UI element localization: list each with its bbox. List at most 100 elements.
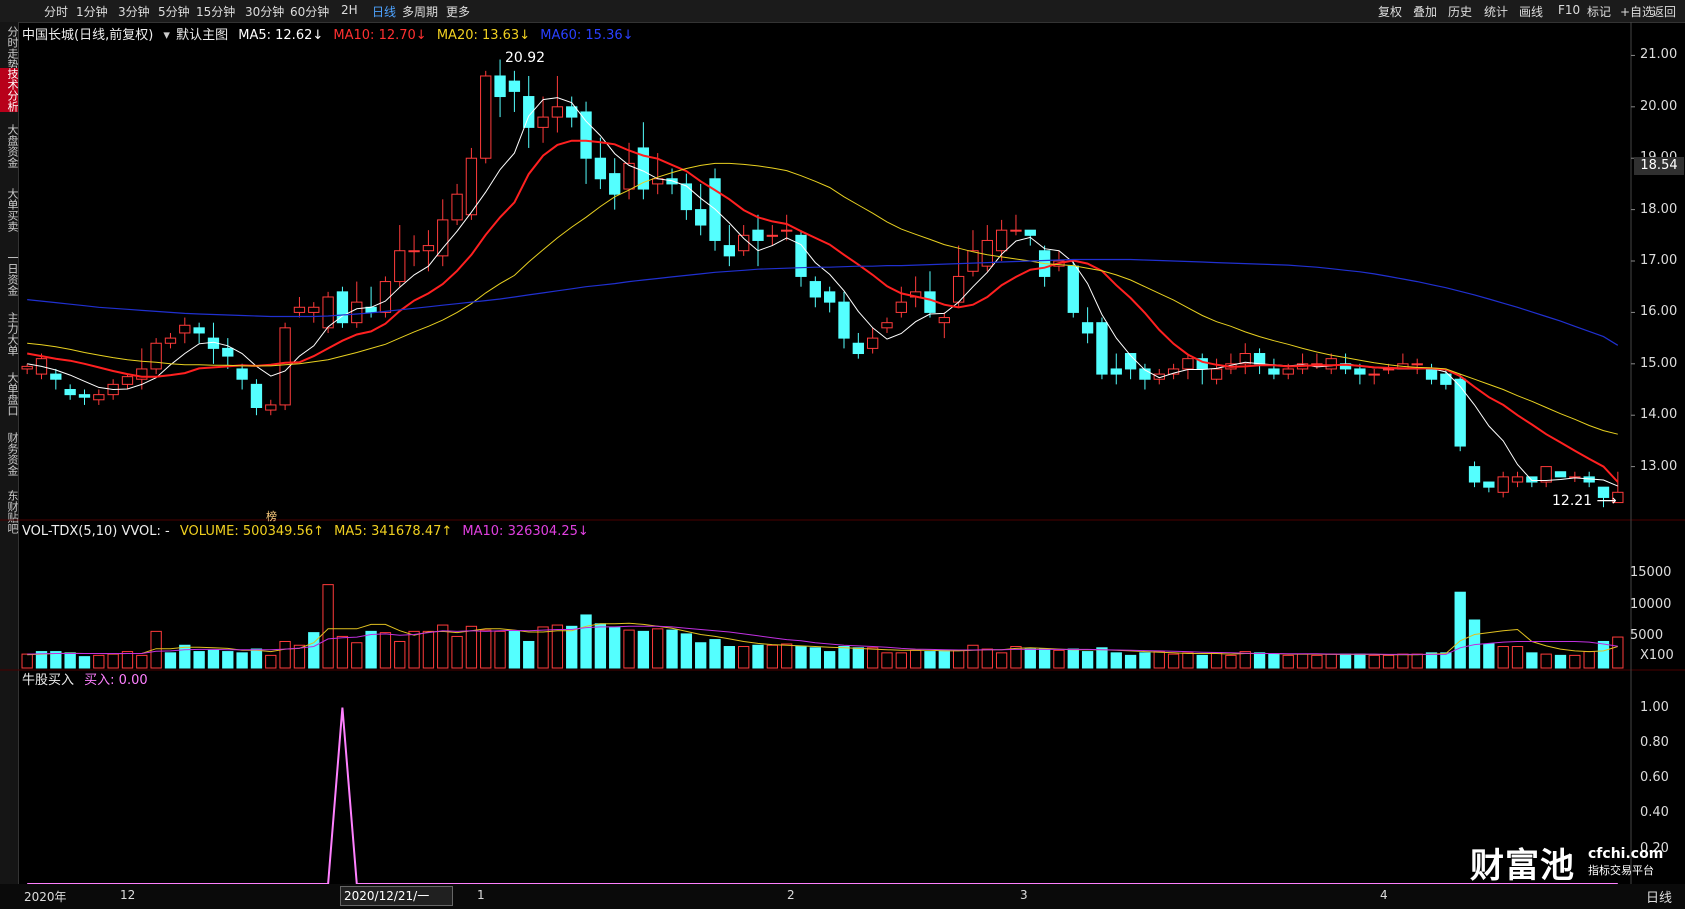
volume-bar — [1597, 640, 1610, 669]
volume-bar — [336, 635, 349, 669]
volume-bar — [924, 651, 936, 669]
period-tab[interactable]: 日线 — [1646, 887, 1672, 906]
x-tick: 2 — [787, 888, 795, 902]
volume-bar — [623, 629, 635, 669]
candle-body — [695, 209, 707, 226]
volume-bar — [365, 630, 377, 669]
ma-line-ma20 — [27, 162, 1618, 435]
volume-bar — [1540, 653, 1552, 669]
candle-body — [995, 229, 1008, 252]
candle-body — [1325, 358, 1337, 370]
candle-body — [1253, 353, 1266, 365]
dropdown-icon[interactable]: ▾ — [163, 28, 170, 43]
signal-line — [27, 707, 1618, 885]
volume-bar — [1554, 654, 1567, 669]
candle-body — [1382, 368, 1395, 371]
volume-bar — [222, 651, 234, 669]
volume-bar — [680, 633, 693, 669]
watermark-tag: 指标交易平台 — [1588, 864, 1654, 877]
volume-bar — [1282, 654, 1294, 669]
template-label[interactable]: 默认主图 — [176, 28, 228, 43]
volume-bar — [594, 623, 607, 669]
volume-bar — [480, 629, 492, 669]
price-tick-label: 21.00 — [1640, 47, 1678, 63]
volume-bar — [422, 630, 435, 669]
volume-bar — [752, 644, 764, 669]
vol-indicator-name[interactable]: VOL-TDX(5,10) VVOL: - — [22, 524, 170, 539]
watermark-brand: 财富池 — [1470, 846, 1575, 886]
price-tick-label: 20.00 — [1640, 98, 1678, 114]
volume-bar — [394, 640, 406, 669]
volume-bar — [1024, 648, 1036, 669]
volume-bar — [1067, 648, 1079, 669]
volume-bar — [852, 647, 864, 669]
candle-body — [408, 250, 420, 253]
candle-body — [164, 337, 177, 344]
candle-body — [1182, 358, 1194, 370]
volume-bar — [1425, 652, 1438, 669]
candle-body — [866, 337, 879, 349]
volume-bar — [666, 629, 678, 669]
candle-body — [494, 75, 506, 98]
candle-body — [881, 322, 893, 329]
watermark-logo: 财富池 cfchi.com 指标交易平台 — [1470, 838, 1663, 887]
moving-average-lines — [27, 97, 1619, 487]
volume-bar — [236, 652, 248, 669]
volume-bar — [1569, 654, 1581, 669]
candle-body — [738, 234, 750, 252]
high-value: 20.92 — [505, 50, 546, 66]
volume-bar — [781, 643, 793, 669]
candle-body — [838, 301, 850, 339]
current-price-badge: 18.54 — [1634, 157, 1684, 175]
volume-bar — [1124, 654, 1137, 669]
candle-body — [1010, 229, 1022, 232]
volume-bar — [408, 630, 420, 669]
volume-bar — [207, 649, 220, 669]
volume-bar — [1382, 654, 1395, 669]
candle-body — [852, 342, 864, 355]
candle-body — [265, 404, 277, 411]
candle-body — [508, 80, 521, 92]
candle-body — [1096, 322, 1108, 375]
volume-bar — [351, 642, 363, 669]
volume-bar — [250, 648, 263, 669]
volume-bar — [265, 654, 277, 669]
volume-bar — [1511, 646, 1524, 669]
candle-body — [766, 234, 779, 237]
volume-bar — [379, 632, 392, 669]
volume-bar — [580, 614, 592, 669]
candle-body — [250, 383, 263, 408]
volume-bar — [795, 646, 807, 669]
candle-body — [351, 301, 363, 324]
volume-bar — [1483, 643, 1495, 669]
indicator-name[interactable]: 牛股买入 — [22, 673, 74, 688]
volume-bar — [279, 640, 291, 669]
volume-bar — [179, 644, 191, 669]
indicator-tick-label: 0.80 — [1640, 734, 1669, 750]
volume-unit: X100 — [1640, 648, 1674, 663]
candle-body — [422, 245, 435, 252]
ma60-label: MA60: 15.36↓ — [540, 28, 634, 43]
volume-tick-label: 5000 — [1630, 628, 1664, 644]
candle-body — [78, 394, 91, 398]
volume-bar — [193, 651, 205, 669]
candle-body — [566, 106, 578, 118]
volume-bar — [21, 653, 33, 669]
volume-bar — [738, 646, 750, 669]
candle-body — [924, 291, 936, 313]
chart-canvas — [0, 22, 1685, 885]
candle-body — [551, 106, 564, 118]
candle-body — [236, 368, 248, 380]
low-arrow-icon: ⟶ — [1592, 493, 1617, 509]
low-value: 12.21 — [1552, 493, 1593, 509]
volume-bar — [1096, 647, 1108, 669]
volume-bar — [107, 653, 119, 669]
x-selected-date: 2020/12/21/一 — [340, 886, 453, 906]
volume-bar — [1153, 651, 1165, 669]
candle-body — [50, 373, 62, 380]
candle-body — [1024, 229, 1036, 236]
high-label: 20.92 — [505, 50, 545, 66]
bang-badge[interactable]: 榜 — [266, 508, 277, 524]
price-tick-label: 15.00 — [1640, 355, 1678, 371]
chart-header: 中国长城(日线,前复权) ▾ 默认主图 MA5: 12.62↓ MA10: 12… — [22, 24, 634, 43]
